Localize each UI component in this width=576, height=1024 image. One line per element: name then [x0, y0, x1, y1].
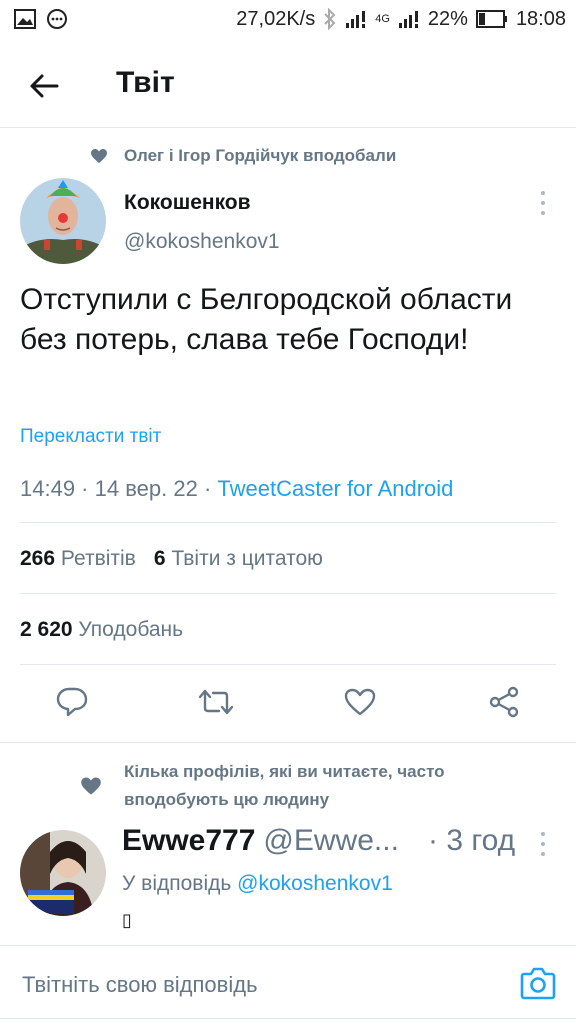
translate-tweet-link[interactable]: Перекласти твіт — [20, 426, 161, 448]
retweet-stats: 266 Ретвітів 6 Твіти з цитатою — [20, 547, 323, 571]
header-divider — [0, 127, 576, 128]
status-bar: 27,02K/s 4G 22% 18:08 — [0, 0, 576, 38]
heart-icon — [81, 777, 101, 795]
top-app-bar: Твіт — [0, 46, 576, 124]
like-button[interactable] — [342, 684, 378, 720]
clock: 18:08 — [515, 7, 566, 30]
like-icon — [344, 688, 376, 716]
divider — [20, 664, 556, 665]
battery-icon — [475, 10, 507, 28]
tweet-time: 14:49 — [20, 476, 76, 501]
quotes-count: 6 — [153, 547, 166, 570]
tweet-social-context[interactable]: Олег і Ігор Гордійчук вподобали — [90, 146, 396, 166]
reply-author-handle: @Ewwe... — [263, 824, 399, 857]
tweet-source-link[interactable]: TweetCaster for Android — [217, 476, 453, 501]
divider — [20, 522, 556, 523]
divider — [0, 1018, 576, 1019]
more-icon[interactable] — [538, 191, 548, 215]
quotes-label: Твіти з цитатою — [171, 547, 323, 570]
reply-button[interactable] — [54, 684, 90, 720]
retweets-count: 266 — [20, 547, 56, 570]
more-icon[interactable] — [538, 832, 548, 856]
retweets-stat[interactable]: 266 Ретвітів — [20, 547, 136, 571]
retweets-label: Ретвітів — [60, 547, 136, 570]
share-icon — [489, 686, 519, 718]
section-divider — [0, 742, 576, 743]
share-button[interactable] — [486, 684, 522, 720]
author-name[interactable]: Кокошенков — [124, 191, 251, 215]
tweet-text: Отступили с Белгородской области без пот… — [20, 283, 513, 356]
image-icon — [14, 9, 36, 29]
divider — [20, 593, 556, 594]
back-button[interactable] — [26, 68, 62, 104]
retweet-icon — [198, 689, 234, 715]
battery-percent: 22% — [427, 7, 468, 30]
author-avatar[interactable] — [20, 178, 106, 264]
network-type: 4G — [375, 13, 390, 25]
likes-count: 2 620 — [20, 618, 73, 641]
reply-to-line: У відповідь @kokoshenkov1 — [122, 872, 393, 896]
bluetooth-icon — [324, 8, 336, 30]
page-title: Твіт — [116, 66, 175, 99]
author-handle[interactable]: @kokoshenkov1 — [124, 230, 280, 254]
tweet-actions — [0, 684, 576, 724]
divider — [0, 945, 576, 946]
reply-to-handle-link[interactable]: @kokoshenkov1 — [237, 872, 393, 895]
camera-icon — [520, 967, 556, 1000]
heart-icon — [91, 149, 107, 163]
likes-stat[interactable]: 2 620 Уподобань — [20, 618, 183, 642]
reply-icon — [56, 687, 88, 717]
social-context-text: Кілька профілів, які ви читаєте, часто в… — [124, 762, 445, 809]
reply-author-avatar[interactable] — [20, 830, 106, 916]
back-arrow-icon — [30, 74, 59, 98]
reply-text: ▯ — [122, 910, 132, 930]
quotes-stat[interactable]: 6 Твіти з цитатою — [154, 547, 323, 571]
reply-time: · 3 год — [428, 824, 516, 857]
tweet-date: 14 вер. 22 — [94, 476, 198, 501]
message-icon — [47, 9, 67, 29]
camera-button[interactable] — [520, 966, 556, 1002]
network-speed: 27,02K/s — [236, 7, 316, 30]
reply-social-context[interactable]: Кілька профілів, які ви читаєте, часто в… — [80, 758, 550, 814]
reply-to-prefix: У відповідь — [122, 872, 232, 895]
tweet-metadata: 14:49 · 14 вер. 22 · TweetCaster for And… — [20, 476, 454, 501]
reply-author[interactable]: Ewwe777 @Ewwe... — [122, 824, 399, 858]
likes-label: Уподобань — [78, 618, 184, 641]
retweet-button[interactable] — [198, 684, 234, 720]
social-context-text: Олег і Ігор Гордійчук вподобали — [124, 146, 397, 165]
signal-icon — [398, 11, 418, 28]
reply-author-name: Ewwe777 — [122, 824, 256, 857]
signal-icon — [346, 11, 366, 28]
reply-compose-input[interactable]: Твітніть свою відповідь — [22, 972, 258, 998]
